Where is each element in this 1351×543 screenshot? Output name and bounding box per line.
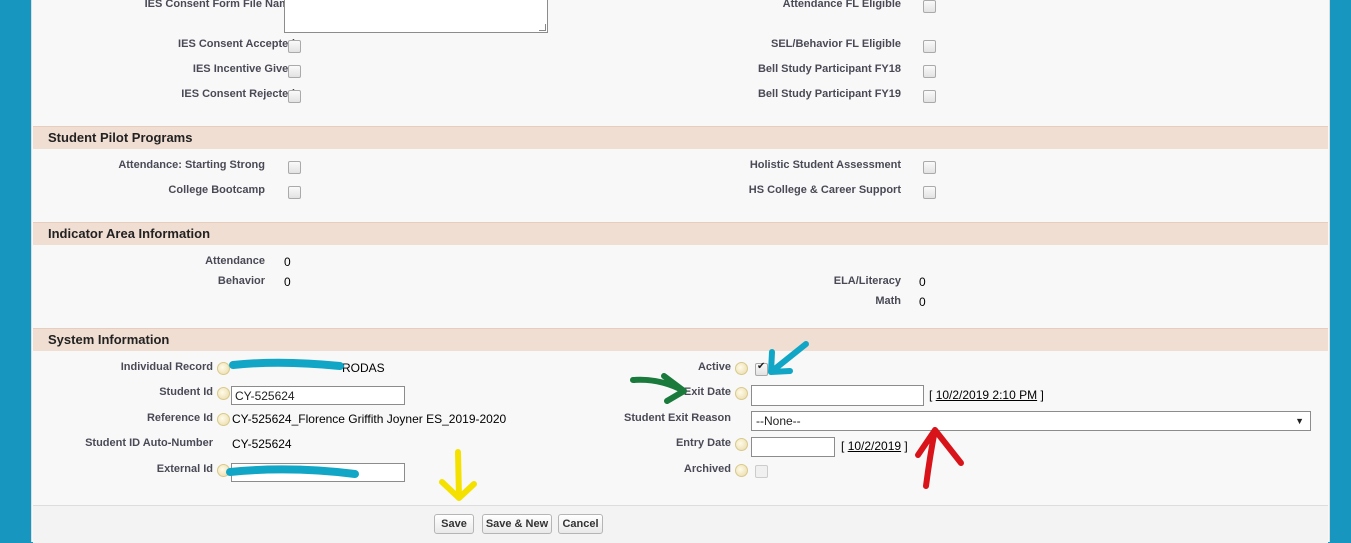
blue-arrow-icon: [768, 341, 809, 375]
yellow-arrow-icon: [439, 449, 477, 501]
redaction-scribble-external: [226, 465, 359, 478]
redaction-scribble-record: [229, 358, 344, 370]
green-arrow-icon: [630, 373, 687, 404]
red-arrow-icon: [915, 427, 964, 489]
annotation-overlay: [226, 341, 964, 501]
